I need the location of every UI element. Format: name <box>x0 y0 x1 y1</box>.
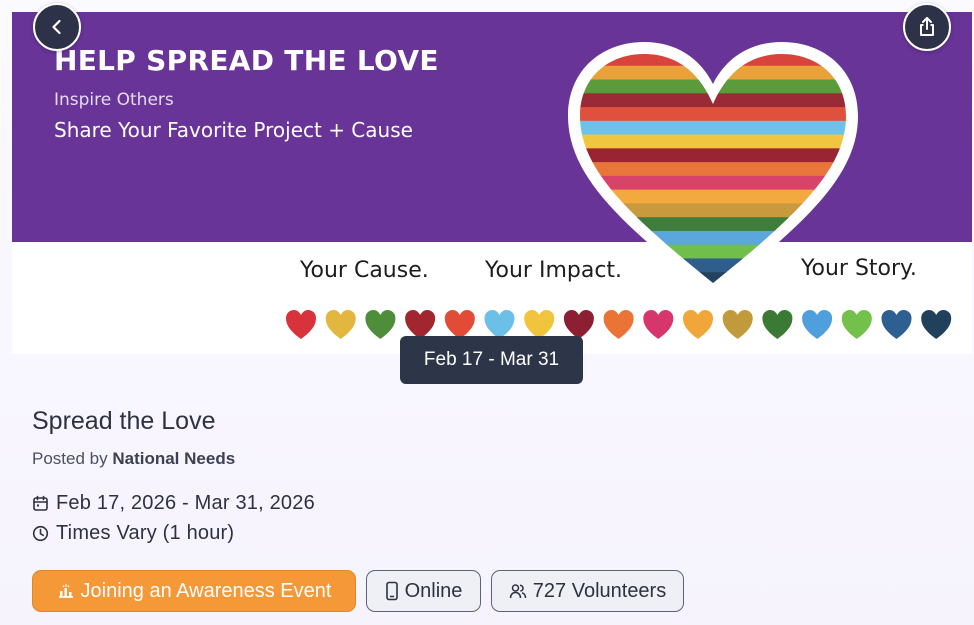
heart-icon <box>921 310 952 339</box>
heart-icon <box>325 310 356 339</box>
heart-icon <box>762 310 793 339</box>
heart-icon <box>603 310 634 339</box>
event-date-row: Feb 17, 2026 - Mar 31, 2026 <box>32 492 315 515</box>
heart-icon <box>365 310 396 339</box>
heart-icon <box>563 310 594 339</box>
heart-stripe <box>580 65 846 81</box>
event-date-range: Feb 17, 2026 - Mar 31, 2026 <box>56 492 315 514</box>
heart-icon <box>802 310 833 339</box>
date-range-badge: Feb 17 - Mar 31 <box>400 336 583 384</box>
banner-subhead: Inspire Others <box>54 90 174 110</box>
event-time: Times Vary (1 hour) <box>56 522 235 544</box>
heart-icon <box>444 310 475 339</box>
heart-icon <box>722 310 753 339</box>
heart-stripe <box>580 217 846 232</box>
clock-icon <box>32 525 49 542</box>
heart-icon <box>643 310 674 339</box>
heart-stripe <box>580 230 846 246</box>
heart-stripe <box>580 107 846 122</box>
heart-icon <box>405 310 436 339</box>
banner-tagline-impact: Your Impact. <box>485 258 623 283</box>
category-tag[interactable]: Joining an Awareness Event <box>32 570 356 612</box>
organization-name[interactable]: National Needs <box>112 449 235 468</box>
phone-icon <box>385 581 398 601</box>
posted-by-prefix: Posted by <box>32 449 108 468</box>
share-icon <box>920 17 934 36</box>
posted-by: Posted by National Needs <box>32 449 235 469</box>
banner-tagline-story: Your Story. <box>801 256 917 281</box>
banner-headline: HELP SPREAD THE LOVE <box>54 44 439 77</box>
volunteers-tag[interactable]: 727 Volunteers <box>491 570 684 612</box>
heart-icon <box>881 310 912 339</box>
heart-stripe <box>580 148 846 163</box>
event-banner-image: HELP SPREAD THE LOVE Inspire Others Shar… <box>12 12 972 354</box>
heart-icon <box>286 310 316 339</box>
heart-icon <box>841 310 872 339</box>
heart-stripe <box>580 120 846 136</box>
share-button[interactable] <box>903 3 951 51</box>
heart-icon <box>524 310 555 339</box>
event-time-row: Times Vary (1 hour) <box>32 522 234 545</box>
location-label: Online <box>404 579 463 602</box>
heart-icon <box>683 310 713 339</box>
users-icon <box>509 584 527 599</box>
chevron-left-icon <box>52 19 61 35</box>
event-title: Spread the Love <box>32 407 216 435</box>
volunteers-label: 727 Volunteers <box>532 579 667 602</box>
heart-stripe <box>580 175 846 191</box>
banner-tagline-cause: Your Cause. <box>300 258 429 283</box>
calendar-icon <box>33 495 48 511</box>
category-label: Joining an Awareness Event <box>80 579 332 602</box>
back-button[interactable] <box>33 3 81 51</box>
heart-stripe <box>580 134 846 149</box>
heart-icon <box>484 310 515 339</box>
small-hearts-row <box>286 310 952 339</box>
awareness-event-icon <box>58 584 73 598</box>
heart-stripe <box>580 162 846 177</box>
location-tag[interactable]: Online <box>366 570 481 612</box>
banner-subhead-secondary: Share Your Favorite Project + Cause <box>54 118 413 142</box>
